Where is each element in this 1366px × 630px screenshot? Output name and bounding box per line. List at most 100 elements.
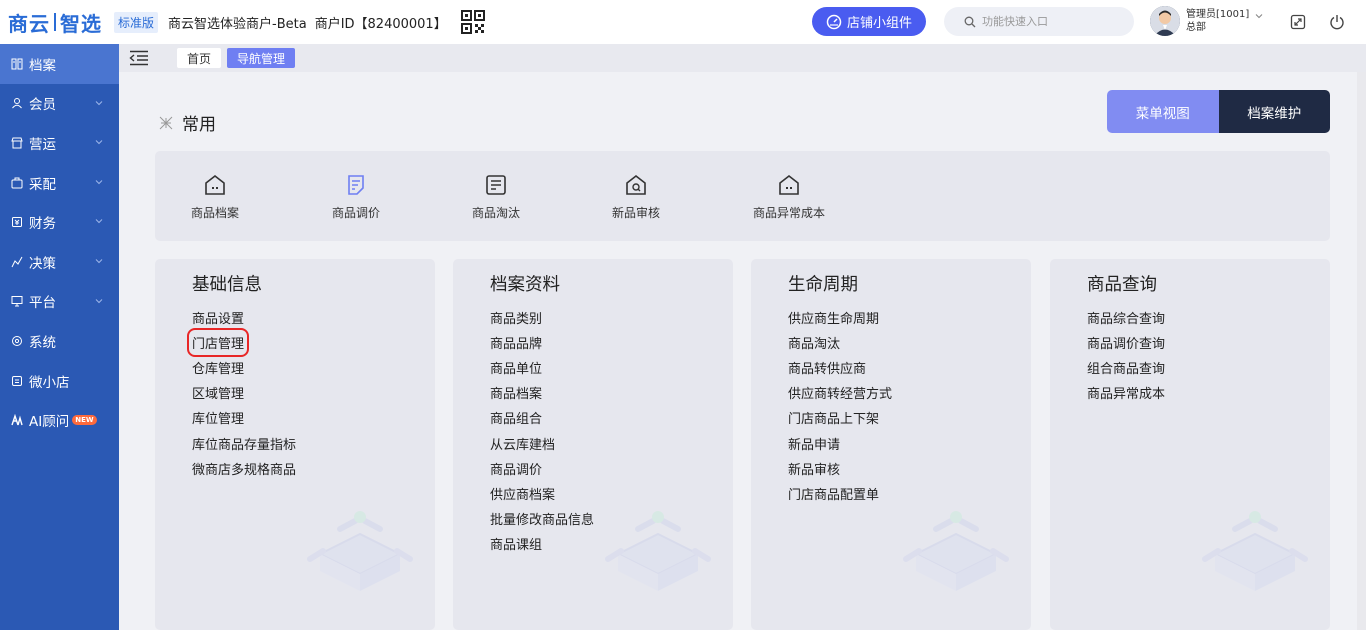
menu-view-button[interactable]: 菜单视图: [1107, 90, 1219, 133]
sidebar-item-platform[interactable]: 平台: [0, 282, 119, 322]
search-box[interactable]: [944, 7, 1134, 36]
list-item-label: 商品综合查询: [1087, 312, 1166, 328]
user-menu[interactable]: 管理员[1001] 总部: [1150, 6, 1263, 36]
sidebar-item-member[interactable]: 会员: [0, 84, 119, 124]
archive-maintenance-button[interactable]: 档案维护: [1218, 90, 1330, 133]
quick-item-price-adjust[interactable]: 商品调价: [332, 173, 380, 221]
list-item[interactable]: 批量修改商品信息: [490, 506, 594, 531]
tab-home[interactable]: 首页: [177, 48, 222, 68]
list-item-label: 供应商转经营方式: [788, 387, 893, 403]
list-item[interactable]: 商品转供应商: [788, 355, 892, 380]
monitor-icon: [10, 294, 24, 308]
list-item[interactable]: 商品课组: [490, 531, 594, 556]
list-item[interactable]: 新品审核: [788, 456, 892, 481]
list-item[interactable]: 库位管理: [192, 405, 296, 430]
list-item[interactable]: 商品调价: [490, 456, 594, 481]
list-box-icon: [486, 175, 506, 195]
tab-navigation-management[interactable]: 导航管理: [227, 48, 296, 68]
sidebar-item-finance[interactable]: 财务: [0, 202, 119, 242]
list-item-label: 商品组合: [490, 412, 543, 428]
chevron-down-icon: [95, 100, 103, 105]
list-item[interactable]: 供应商转经营方式: [788, 380, 892, 405]
sidebar-item-archive[interactable]: 档案: [0, 44, 119, 84]
list-item[interactable]: 供应商档案: [490, 481, 594, 506]
list-item-label: 从云库建档: [490, 437, 556, 453]
list-item[interactable]: 商品淘汰: [788, 330, 892, 355]
quick-item-label: 商品调价: [332, 206, 381, 220]
list-item-label: 商品档案: [490, 387, 543, 403]
quick-item-new-product-review[interactable]: 新品审核: [612, 173, 660, 221]
search-icon: [964, 16, 976, 27]
list-item[interactable]: 商品组合: [490, 405, 594, 430]
sidebar-item-operation[interactable]: 营运: [0, 123, 119, 163]
user-icon: [10, 96, 24, 110]
sidebar-item-decision[interactable]: 决策: [0, 242, 119, 282]
logo[interactable]: 商云 智选: [0, 0, 102, 44]
merchant-id: 商户ID【82400001】: [314, 16, 447, 32]
chevron-down-icon: [95, 140, 103, 145]
sidebar-item-micro-store[interactable]: 微小店: [0, 361, 119, 401]
card-archive-data: 档案资料 商品类别 商品品牌 商品单位 商品档案 商品组合 从云库建档 商品调价…: [453, 259, 733, 630]
list-item-label: 组合商品查询: [1087, 362, 1166, 378]
quick-item-product-archive[interactable]: 商品档案: [191, 173, 239, 221]
list-item[interactable]: 商品档案: [490, 380, 594, 405]
fullscreen-icon: [1290, 14, 1306, 30]
quick-item-product-eliminate[interactable]: 商品淘汰: [472, 173, 520, 221]
store-widget-label: 店铺小组件: [846, 16, 912, 31]
list-item-label: 微商店多规格商品: [192, 462, 297, 478]
list-item-store-management[interactable]: 门店管理: [186, 328, 296, 358]
quick-item-abnormal-cost[interactable]: 商品异常成本: [753, 173, 825, 221]
list-item[interactable]: 微商店多规格商品: [192, 456, 296, 481]
search-house-icon: [626, 174, 646, 195]
search-input[interactable]: [982, 15, 1112, 28]
quick-item-label: 新品审核: [612, 206, 661, 220]
list-item[interactable]: 区域管理: [192, 380, 296, 405]
vertical-scrollbar[interactable]: [1357, 72, 1366, 630]
qr-code-icon[interactable]: [460, 10, 485, 34]
list-item[interactable]: 新品申请: [788, 430, 892, 455]
collapse-sidebar-button[interactable]: [121, 44, 157, 72]
sidebar-item-ai-advisor[interactable]: AI顾问 NEW: [0, 400, 119, 440]
logout-button[interactable]: [1327, 12, 1347, 32]
list-item-label: 商品品牌: [490, 337, 543, 353]
list-item[interactable]: 商品综合查询: [1087, 305, 1165, 330]
list-item[interactable]: 从云库建档: [490, 430, 594, 455]
list-item-label: 门店商品配置单: [788, 487, 880, 503]
top-bar: 商云 智选 标准版 商云智选体验商户-Beta 商户ID【82400001】 店…: [0, 0, 1366, 44]
house-icon: [779, 174, 799, 195]
ai-icon: [10, 413, 24, 427]
store-widget-button[interactable]: 店铺小组件: [812, 7, 926, 36]
list-item[interactable]: 商品单位: [490, 355, 594, 380]
list-item-label: 门店商品上下架: [788, 412, 880, 428]
fullscreen-button[interactable]: [1288, 12, 1308, 32]
list-item[interactable]: 组合商品查询: [1087, 355, 1165, 380]
card-title: 基础信息: [192, 275, 262, 295]
list-item[interactable]: 商品异常成本: [1087, 380, 1165, 405]
chevron-down-icon: [95, 259, 103, 264]
list-item[interactable]: 仓库管理: [192, 355, 296, 380]
list-item-label: 门店管理: [186, 328, 250, 358]
decision-icon: [10, 255, 24, 269]
box-illustration-icon: [1202, 511, 1308, 591]
card-list: 供应商生命周期 商品淘汰 商品转供应商 供应商转经营方式 门店商品上下架 新品申…: [788, 305, 892, 506]
card-list: 商品综合查询 商品调价查询 组合商品查询 商品异常成本: [1087, 305, 1165, 405]
list-item[interactable]: 商品调价查询: [1087, 330, 1165, 355]
list-item[interactable]: 商品设置: [192, 305, 296, 330]
sidebar-item-system[interactable]: 系统: [0, 321, 119, 361]
sidebar-item-label: AI顾问: [29, 414, 70, 431]
list-item[interactable]: 门店商品配置单: [788, 481, 892, 506]
sidebar-item-purchase[interactable]: 采配: [0, 163, 119, 203]
sidebar-item-label: 平台: [29, 295, 56, 312]
list-item-label: 供应商生命周期: [788, 312, 880, 328]
list-item[interactable]: 门店商品上下架: [788, 405, 892, 430]
sidebar-item-label: 采配: [29, 176, 56, 193]
list-item[interactable]: 商品类别: [490, 305, 594, 330]
common-section-title: 常用: [158, 110, 216, 135]
list-item[interactable]: 商品品牌: [490, 330, 594, 355]
sidebar: 档案 会员 营运 采配 财务 决策 平台 系统 微小店 AI顾问 NEW: [0, 44, 119, 630]
sidebar-item-label: 营运: [29, 136, 56, 153]
list-item[interactable]: 供应商生命周期: [788, 305, 892, 330]
list-item[interactable]: 库位商品存量指标: [192, 430, 296, 455]
sidebar-item-label: 会员: [29, 97, 56, 114]
logo-divider: [54, 13, 56, 31]
